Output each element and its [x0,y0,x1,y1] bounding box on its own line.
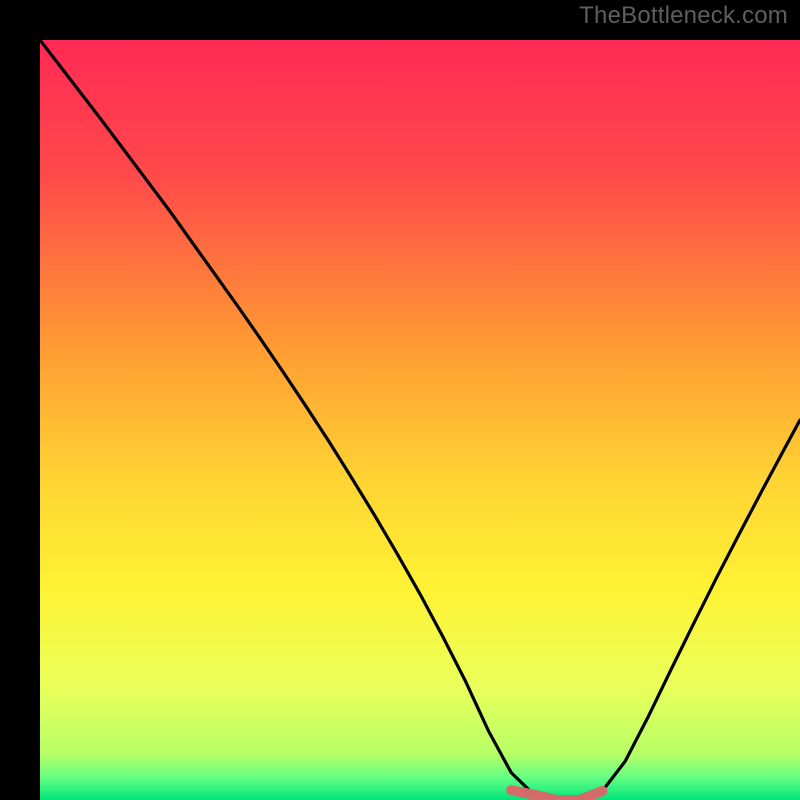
chart-frame [20,20,780,780]
chart-background [40,40,800,800]
watermark-text: TheBottleneck.com [579,2,788,30]
chart-svg [40,40,800,800]
